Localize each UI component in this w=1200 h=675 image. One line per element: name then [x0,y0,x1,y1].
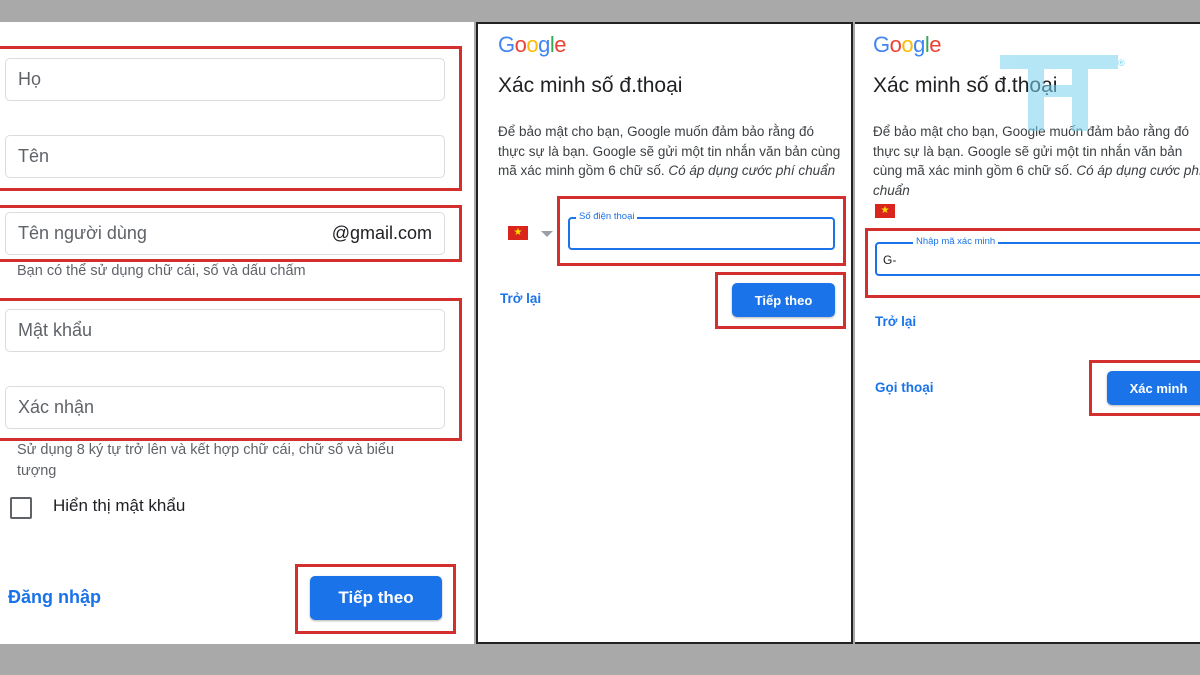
next-button[interactable]: Tiếp theo [310,576,442,620]
logo-letter: e [554,32,567,57]
last-name-field[interactable]: Họ [5,58,445,101]
password-hint: Sử dụng 8 ký tự trở lên và kết hợp chữ c… [17,442,395,479]
username-placeholder: Tên người dùng [18,223,147,243]
phone-number-label: Số điện thoại [576,211,638,222]
voice-call-link[interactable]: Gọi thoại [875,380,934,395]
password-field[interactable]: Mật khẩu [5,309,445,352]
confirm-password-placeholder: Xác nhận [18,397,95,417]
back-link[interactable]: Trở lại [875,314,916,329]
registered-mark-icon: ® [1118,58,1125,68]
chevron-down-icon[interactable] [541,231,553,237]
phone-number-input[interactable]: Số điện thoại [568,211,835,250]
verification-code-label: Nhập mã xác minh [913,236,999,247]
verify-button[interactable]: Xác minh [1107,371,1200,405]
show-password-checkbox[interactable] [10,497,32,519]
logo-letter: G [873,32,890,57]
username-domain-suffix: @gmail.com [331,223,432,243]
next-button[interactable]: Tiếp theo [732,283,835,317]
back-link[interactable]: Trở lại [500,291,541,306]
vietnam-flag-icon: ★ [875,204,895,218]
page-title: Xác minh số đ.thoại [498,74,683,97]
logo-letter: e [929,32,942,57]
logo-letter: g [538,32,550,57]
verification-code-value: G- [883,253,897,267]
logo-letter: o [526,32,539,57]
first-name-placeholder: Tên [18,146,50,166]
logo-letter: g [913,32,925,57]
signup-form-panel: Họ Tên Tên người dùng @gmail.com Bạn có … [0,22,474,644]
verification-code-input[interactable]: Nhập mã xác minh G- [875,236,1200,276]
password-placeholder: Mật khẩu [18,320,93,340]
phone-verification-panel: Google Xác minh số đ.thoại Để bảo mật ch… [476,22,853,644]
signin-link[interactable]: Đăng nhập [8,587,101,608]
show-password-label: Hiển thị mật khẩu [53,496,186,515]
confirm-password-field[interactable]: Xác nhận [5,386,445,429]
google-logo: Google [498,32,567,58]
vietnam-flag-icon[interactable]: ★ [508,226,528,240]
google-logo: Google [873,32,942,58]
logo-letter: o [889,32,902,57]
logo-letter: o [514,32,527,57]
verification-description: Để bảo mật cho bạn, Google muốn đảm bảo … [498,122,843,181]
description-italic: Có áp dụng cước phí chuẩn [668,163,836,178]
logo-letter: o [901,32,914,57]
username-field[interactable]: Tên người dùng @gmail.com [5,212,445,255]
watermark-logo [1000,55,1118,135]
username-hint: Bạn có thể sử dụng chữ cái, số và dấu ch… [17,263,306,279]
first-name-field[interactable]: Tên [5,135,445,178]
logo-letter: G [498,32,515,57]
last-name-placeholder: Họ [18,69,42,89]
